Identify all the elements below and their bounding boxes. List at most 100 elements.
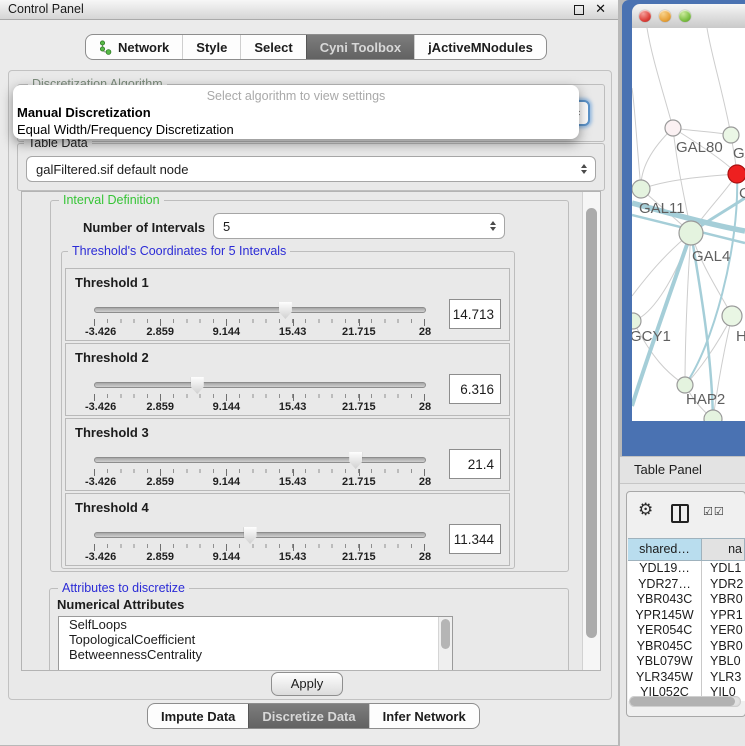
zoom-traffic-light-icon[interactable] — [679, 10, 691, 22]
list-item[interactable]: SelfLoops — [59, 617, 452, 632]
node-gal80 — [665, 120, 681, 136]
window-title: Control Panel — [8, 2, 84, 16]
select-columns-icon[interactable]: ☑☑ — [703, 505, 725, 518]
threshold-3-slider-thumb[interactable] — [349, 452, 362, 469]
table-header-row: shared… na — [628, 538, 745, 561]
thresholds-group: Threshold's Coordinates for 5 Intervals … — [61, 251, 515, 569]
table-panel-body: ⚙ ☑☑ shared… na YDL19…YDL1 YDR27…YDR2 YB… — [626, 491, 745, 717]
threshold-4-panel: Threshold 4 -3.426 2.859 9.144 15.43 21.… — [65, 493, 510, 566]
table-data-select[interactable]: galFiltered.sif default node — [26, 156, 596, 182]
close-window-icon[interactable]: ✕ — [595, 1, 606, 17]
threshold-3-panel: Threshold 3 -3.426 2.859 9.144 15.43 21.… — [65, 418, 510, 491]
number-of-intervals-value: 5 — [223, 219, 230, 234]
node-gcy1 — [632, 313, 641, 329]
threshold-2-slider[interactable] — [94, 382, 426, 388]
combo-arrows-icon — [581, 164, 587, 174]
svg-text:C: C — [739, 185, 745, 202]
network-view-window: GAL80 GA C GAL11 GAL4 GCY1 H HAP2 — [622, 0, 745, 456]
list-item[interactable]: BetweennessCentrality — [59, 647, 452, 662]
threshold-1-value-field[interactable]: 14.713 — [449, 299, 501, 329]
network-window-titlebar — [632, 4, 745, 29]
threshold-3-ticks: -3.426 2.859 9.144 15.43 21.715 28 — [94, 469, 425, 487]
threshold-1-slider[interactable] — [94, 307, 426, 313]
table-row[interactable]: YPR145WYPR1 — [628, 608, 745, 624]
threshold-3-value-field[interactable]: 21.4 — [449, 449, 501, 479]
table-panel-title: Table Panel — [634, 462, 702, 477]
scrollbar-thumb[interactable] — [586, 208, 597, 638]
tab-infer-network[interactable]: Infer Network — [369, 704, 479, 728]
network-icon — [99, 40, 112, 55]
threshold-4-label: Threshold 4 — [75, 500, 149, 515]
table-horizontal-scrollbar[interactable] — [629, 696, 741, 707]
network-canvas[interactable]: GAL80 GA C GAL11 GAL4 GCY1 H HAP2 — [632, 28, 745, 421]
threshold-3-slider[interactable] — [94, 457, 426, 463]
interval-definition-title: Interval Definition — [59, 193, 164, 207]
tab-network[interactable]: Network — [86, 35, 182, 59]
number-of-intervals-select[interactable]: 5 — [213, 213, 505, 239]
node-gal11 — [632, 180, 650, 198]
table-row[interactable]: YBL079WYBL0 — [628, 654, 745, 670]
threshold-2-ticks: -3.426 2.859 9.144 15.43 21.715 28 — [94, 394, 425, 412]
control-panel-tabbar: Network Style Select Cyni Toolbox jActiv… — [85, 34, 547, 60]
svg-text:GAL11: GAL11 — [639, 200, 685, 217]
svg-text:GAL80: GAL80 — [676, 139, 723, 156]
table-row[interactable]: YBR043CYBR0 — [628, 592, 745, 608]
number-of-intervals-label: Number of Intervals — [83, 220, 205, 235]
thresholds-group-title: Threshold's Coordinates for 5 Intervals — [68, 244, 290, 258]
node-h — [722, 306, 742, 326]
node-table: shared… na YDL19…YDL1 YDR27…YDR2 YBR043C… — [628, 538, 745, 701]
list-scrollbar[interactable] — [438, 617, 452, 671]
threshold-1-panel: Threshold 1 -3.426 2.859 9.144 15.43 21.… — [65, 268, 510, 341]
settings-vertical-scrollbar[interactable] — [582, 192, 600, 670]
table-row[interactable]: YBR045CYBR0 — [628, 639, 745, 655]
list-item[interactable]: TopologicalCoefficient — [59, 632, 452, 647]
threshold-2-value-field[interactable]: 6.316 — [449, 374, 501, 404]
svg-text:H: H — [736, 328, 745, 345]
tab-style[interactable]: Style — [182, 35, 240, 59]
cyni-toolbox-panel: Discretization Algorithm Table Data galF… — [8, 70, 612, 700]
tab-impute-data[interactable]: Impute Data — [148, 704, 248, 728]
close-traffic-light-icon[interactable] — [639, 10, 651, 22]
column-header-name[interactable]: na — [702, 539, 744, 560]
float-window-icon[interactable] — [574, 5, 584, 15]
numerical-attributes-list: SelfLoops TopologicalCoefficient Between… — [58, 616, 453, 671]
threshold-2-panel: Threshold 2 -3.426 2.859 9.144 15.43 21.… — [65, 343, 510, 416]
threshold-4-slider[interactable] — [94, 532, 426, 538]
threshold-1-ticks: -3.426 2.859 9.144 15.43 21.715 28 — [94, 319, 425, 337]
tab-cyni-toolbox[interactable]: Cyni Toolbox — [306, 35, 414, 59]
column-header-shared-name[interactable]: shared… — [628, 539, 702, 560]
node-gal4 — [679, 221, 703, 245]
threshold-2-label: Threshold 2 — [75, 350, 149, 365]
tab-network-label: Network — [118, 40, 169, 55]
table-row[interactable]: YDR27…YDR2 — [628, 577, 745, 593]
minimize-traffic-light-icon[interactable] — [659, 10, 671, 22]
table-row[interactable]: YDL19…YDL1 — [628, 561, 745, 577]
table-panel-header: Table Panel — [620, 457, 745, 484]
apply-button[interactable]: Apply — [271, 672, 343, 696]
scrollbar-thumb[interactable] — [630, 697, 735, 706]
dropdown-placeholder-item[interactable]: Select algorithm to view settings — [13, 89, 579, 103]
threshold-2-slider-thumb[interactable] — [191, 377, 204, 394]
cyni-bottom-tabbar: Impute Data Discretize Data Infer Networ… — [147, 703, 480, 729]
algorithm-dropdown-popup: Select algorithm to view settings Manual… — [13, 85, 579, 139]
tab-select[interactable]: Select — [240, 35, 305, 59]
threshold-4-slider-thumb[interactable] — [244, 527, 257, 544]
attributes-group-title: Attributes to discretize — [58, 581, 189, 595]
table-row[interactable]: YLR345WYLR3 — [628, 670, 745, 686]
threshold-4-value-field[interactable]: 11.344 — [449, 524, 501, 554]
threshold-1-slider-thumb[interactable] — [279, 302, 292, 319]
node-bottom — [704, 410, 722, 421]
settings-scrollpane: Interval Definition Number of Intervals … — [21, 191, 601, 671]
split-columns-icon[interactable] — [671, 504, 689, 523]
table-row[interactable]: YER054CYER0 — [628, 623, 745, 639]
table-data-selected-value: galFiltered.sif default node — [36, 162, 188, 177]
tab-discretize-data[interactable]: Discretize Data — [248, 704, 368, 728]
gear-icon[interactable]: ⚙ — [638, 500, 653, 520]
dropdown-item-manual-discretization[interactable]: Manual Discretization — [17, 105, 151, 120]
table-panel: Table Panel ⚙ ☑☑ shared… na YDL19…YDL1 Y… — [620, 456, 745, 746]
numerical-attributes-label: Numerical Attributes — [57, 597, 184, 612]
dropdown-item-equal-width-frequency[interactable]: Equal Width/Frequency Discretization — [17, 122, 234, 137]
svg-text:GA: GA — [733, 145, 745, 162]
tab-jactivemnodules[interactable]: jActiveMNodules — [414, 35, 546, 59]
svg-text:GCY1: GCY1 — [632, 328, 671, 345]
